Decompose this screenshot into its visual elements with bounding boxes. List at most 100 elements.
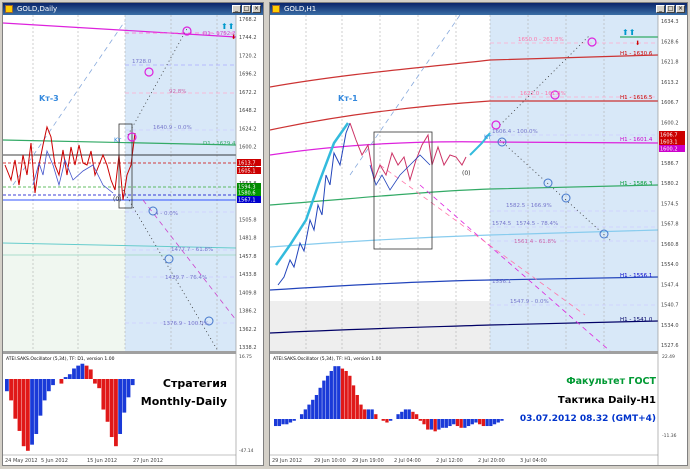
osc-bar <box>114 379 118 447</box>
level-label: 1574.5 <box>492 221 512 227</box>
osc-bar <box>307 404 311 419</box>
osc-bar <box>348 375 352 419</box>
osc-bar <box>359 404 363 419</box>
close-button[interactable]: × <box>252 5 261 13</box>
osc-bar <box>389 419 393 421</box>
osc-bar <box>292 419 296 421</box>
price-tick: 1481.8 <box>239 236 257 242</box>
h1-level-label: H1 - 1616.5 <box>620 95 653 101</box>
h1-level-label: H1 - 1586.3 <box>620 181 653 187</box>
price-tag-label: 1605.1 <box>238 169 256 175</box>
price-tag-label: 1567.1 <box>238 198 256 204</box>
osc-bar <box>285 419 289 425</box>
daily-chart-area[interactable]: Kт-3 Kт (0) D1 - 1752.2 1728.0 92.8% 164… <box>3 15 263 465</box>
osc-bar <box>118 379 123 434</box>
maximize-button[interactable]: □ <box>242 5 251 13</box>
oscillator-histogram <box>5 363 135 451</box>
price-tag-label: 1580.6 <box>238 191 256 197</box>
price-tick: 1386.2 <box>239 309 257 315</box>
chart-window-gold-h1[interactable]: GOLD,H1 _ □ × Kт-1 Kт (0) 1650.0 - 261.8… <box>269 2 688 466</box>
price-tick: 1338.2 <box>239 345 257 351</box>
osc-bar <box>34 379 39 434</box>
osc-bar <box>93 379 97 384</box>
faculty-label: Факультет ГОСТ <box>566 376 656 387</box>
level-label: 1622.0 - 161.8% <box>520 91 566 97</box>
level-label: 1556.1 <box>492 279 511 285</box>
osc-bar <box>463 419 467 428</box>
zero-label: (0) <box>462 170 471 177</box>
arrow-down-icon: ⬇ <box>635 40 640 47</box>
window-titlebar[interactable]: GOLD,H1 _ □ × <box>270 3 687 15</box>
osc-bar <box>25 379 30 451</box>
price-tick: 1409.8 <box>239 290 257 296</box>
osc-bar <box>17 379 22 431</box>
time-tick: 2 Jul 04:00 <box>394 458 421 464</box>
time-tick: 24 May 2012 <box>5 458 38 464</box>
time-tick: 3 Jul 04:00 <box>520 458 547 464</box>
osc-bar <box>59 379 64 384</box>
osc-bar <box>21 379 26 447</box>
osc-bar <box>452 419 456 425</box>
price-tick: 1600.2 <box>661 120 679 126</box>
price-tick: 1560.8 <box>661 242 679 248</box>
osc-bar <box>426 419 430 430</box>
price-tick: 1672.2 <box>239 90 257 96</box>
level-label: 1477.7 - 61.8% <box>171 247 213 253</box>
osc-bar <box>403 409 408 419</box>
price-tag-label: 1606.7 <box>660 133 678 139</box>
chart-window-gold-daily[interactable]: GOLD,Daily _ □ × Kт-3 Kт (0) D1 - 1752.2… <box>2 2 264 466</box>
osc-bar <box>80 363 85 379</box>
osc-bar <box>130 379 135 386</box>
window-titlebar[interactable]: GOLD,Daily _ □ × <box>3 3 263 15</box>
osc-bar <box>38 379 43 416</box>
close-button[interactable]: × <box>676 5 685 13</box>
price-tick: 1744.2 <box>239 35 257 41</box>
osc-bar <box>281 419 285 425</box>
h1-chart-area[interactable]: Kт-1 Kт (0) 1650.0 - 261.8% 1622.0 - 161… <box>270 15 687 465</box>
h1-level-label: H1 - 1601.4 <box>620 137 653 143</box>
level-label: 1728.0 <box>132 59 152 65</box>
level-label: 1574.5 - 78.4% <box>516 221 558 227</box>
time-tick: 5 Jun 2012 <box>41 458 68 464</box>
osc-bar <box>318 387 322 419</box>
maximize-button[interactable]: □ <box>666 5 675 13</box>
price-tick: 1586.7 <box>661 161 679 167</box>
osc-bar <box>414 414 419 419</box>
osc-bar <box>355 394 359 419</box>
price-tick: 1628.6 <box>661 39 679 45</box>
osc-bar <box>122 379 127 413</box>
window-title: GOLD,H1 <box>284 5 317 13</box>
osc-bar <box>299 414 304 419</box>
kt3-label: Kт-3 <box>39 94 59 103</box>
osc-bar <box>72 368 76 379</box>
price-tick: 1567.8 <box>661 222 679 228</box>
price-tick: 1613.2 <box>661 80 679 86</box>
osc-bar <box>67 374 72 379</box>
osc-bar <box>366 409 371 419</box>
osc-bar <box>337 366 341 419</box>
arrow-up-icon: ⬆⬆ <box>221 22 234 31</box>
minimize-button[interactable]: _ <box>656 5 665 13</box>
oscillator-histogram <box>274 366 504 432</box>
price-tick: 1648.2 <box>239 108 257 114</box>
price-tick: 1720.2 <box>239 53 257 59</box>
osc-bar <box>418 419 422 421</box>
osc-bar <box>411 411 415 419</box>
kt1-label: Kт-1 <box>338 94 358 103</box>
price-tags: 1606.71603.11600.2 <box>659 131 685 153</box>
arrow-up-icon: ⬆⬆ <box>622 28 635 37</box>
price-tick: 1505.8 <box>239 217 257 223</box>
h1-level-label: H1 - 1630.6 <box>620 51 653 57</box>
osc-bar <box>340 368 345 419</box>
osc-axis-bottom: -47.14 <box>239 448 254 454</box>
osc-bar <box>344 370 348 419</box>
osc-axis-bottom: -11.36 <box>662 433 677 439</box>
osc-bar <box>42 379 47 401</box>
oscillator-title: ATEI.SAKS.Oscillator (5,34), TF: H1, ver… <box>273 356 382 362</box>
zero-label: (0) <box>113 196 122 203</box>
osc-bar <box>46 379 51 392</box>
osc-bar <box>274 419 278 427</box>
minimize-button[interactable]: _ <box>232 5 241 13</box>
h1-level-label: H1 - 1541.0 <box>620 317 653 323</box>
level-label: 1640.9 - 0.0% <box>153 125 192 131</box>
